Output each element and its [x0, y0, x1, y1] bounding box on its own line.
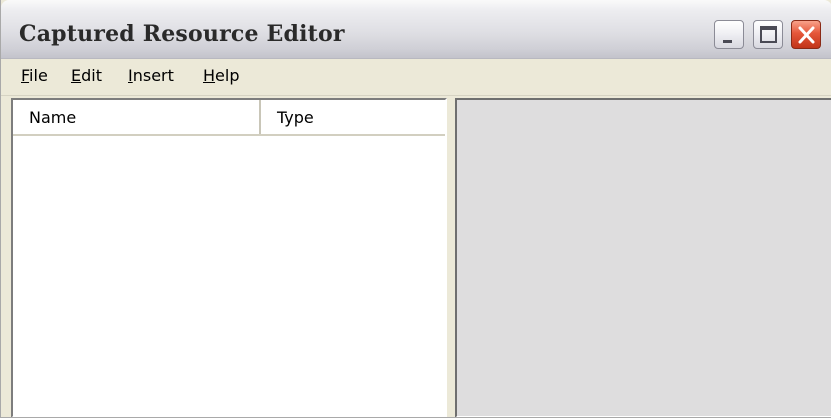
- menu-file[interactable]: File: [19, 66, 50, 85]
- menu-edit[interactable]: Edit: [69, 66, 104, 85]
- window-title: Captured Resource Editor: [19, 21, 345, 47]
- maximize-button[interactable]: [753, 20, 783, 49]
- list-header: Name Type: [13, 100, 445, 136]
- app-window: Captured Resource Editor File Edit Inser…: [0, 0, 831, 418]
- column-header-type-label: Type: [277, 108, 314, 127]
- minimize-icon: [723, 40, 732, 43]
- preview-pane[interactable]: [455, 98, 831, 417]
- minimize-button[interactable]: [714, 20, 744, 49]
- maximize-icon: [760, 26, 777, 43]
- list-body[interactable]: [13, 136, 445, 416]
- column-header-type[interactable]: Type: [261, 100, 445, 134]
- menu-insert[interactable]: Insert: [126, 66, 176, 85]
- close-icon: [798, 26, 815, 44]
- pane-splitter[interactable]: [447, 98, 455, 417]
- title-bar[interactable]: Captured Resource Editor: [1, 0, 831, 59]
- resource-list[interactable]: Name Type: [11, 98, 447, 417]
- column-header-name[interactable]: Name: [13, 100, 261, 134]
- column-header-name-label: Name: [29, 108, 77, 127]
- menu-bar: File Edit Insert Help: [1, 59, 831, 96]
- close-button[interactable]: [791, 20, 821, 49]
- menu-help[interactable]: Help: [201, 66, 241, 85]
